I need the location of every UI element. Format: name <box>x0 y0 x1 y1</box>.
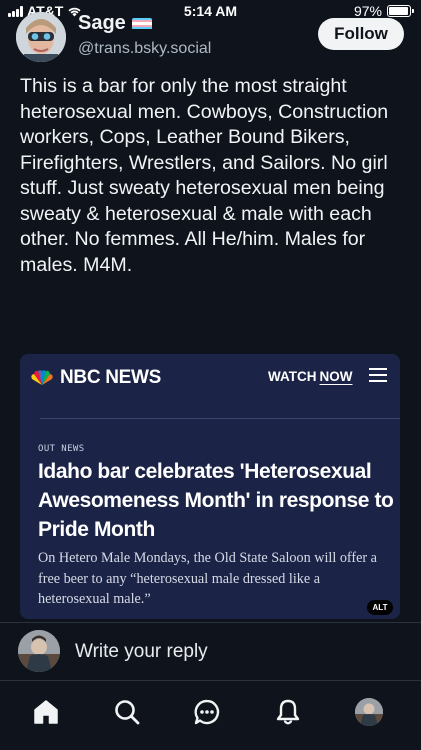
now-label: NOW <box>319 369 353 384</box>
embedded-image[interactable]: NBC NEWS WATCH NOW OUT NEWS Idaho bar cel… <box>20 354 400 619</box>
bottom-tab-bar <box>0 680 421 750</box>
watch-now-link: WATCH NOW <box>268 369 353 384</box>
follow-button[interactable]: Follow <box>318 18 404 50</box>
article-section-label: OUT NEWS <box>38 444 85 454</box>
reply-input[interactable]: Write your reply <box>75 641 208 663</box>
battery-level <box>389 7 409 15</box>
hamburger-menu-icon <box>369 368 387 382</box>
article-headline: Idaho bar celebrates 'Heterosexual Aweso… <box>38 460 394 541</box>
chat-icon <box>194 699 220 725</box>
alt-text-badge[interactable]: ALT <box>367 600 393 615</box>
my-avatar-image <box>18 630 60 672</box>
embed-divider <box>40 418 400 419</box>
author-avatar-image <box>16 12 66 62</box>
peacock-icon <box>31 370 53 385</box>
battery-icon <box>387 5 414 17</box>
home-icon <box>34 700 58 724</box>
author-name-text: Sage <box>78 12 126 34</box>
post-text: This is a bar for only the most straight… <box>20 75 389 276</box>
bell-icon <box>276 699 300 725</box>
watch-label: WATCH <box>268 369 317 384</box>
nbc-news-wordmark: NBC NEWS <box>60 367 162 388</box>
reply-composer[interactable]: Write your reply <box>0 622 421 680</box>
author-avatar[interactable] <box>16 12 66 62</box>
tab-profile[interactable] <box>353 696 385 728</box>
author-handle[interactable]: @trans.bsky.social <box>78 40 211 58</box>
tab-notifications[interactable] <box>272 696 304 728</box>
nbc-news-logo: NBC NEWS <box>30 367 161 389</box>
tab-search[interactable] <box>111 696 143 728</box>
status-right: 97% <box>353 3 414 19</box>
article-dek: On Hetero Male Mondays, the Old State Sa… <box>38 550 377 607</box>
battery-percent: 97% <box>353 3 382 19</box>
profile-avatar-image <box>355 698 383 726</box>
author-display-name[interactable]: Sage <box>78 12 152 35</box>
my-avatar <box>18 630 60 672</box>
search-icon <box>115 700 140 725</box>
tab-home[interactable] <box>30 696 62 728</box>
trans-flag-icon <box>131 17 152 30</box>
tab-chat[interactable] <box>191 696 223 728</box>
profile-avatar <box>355 698 383 726</box>
